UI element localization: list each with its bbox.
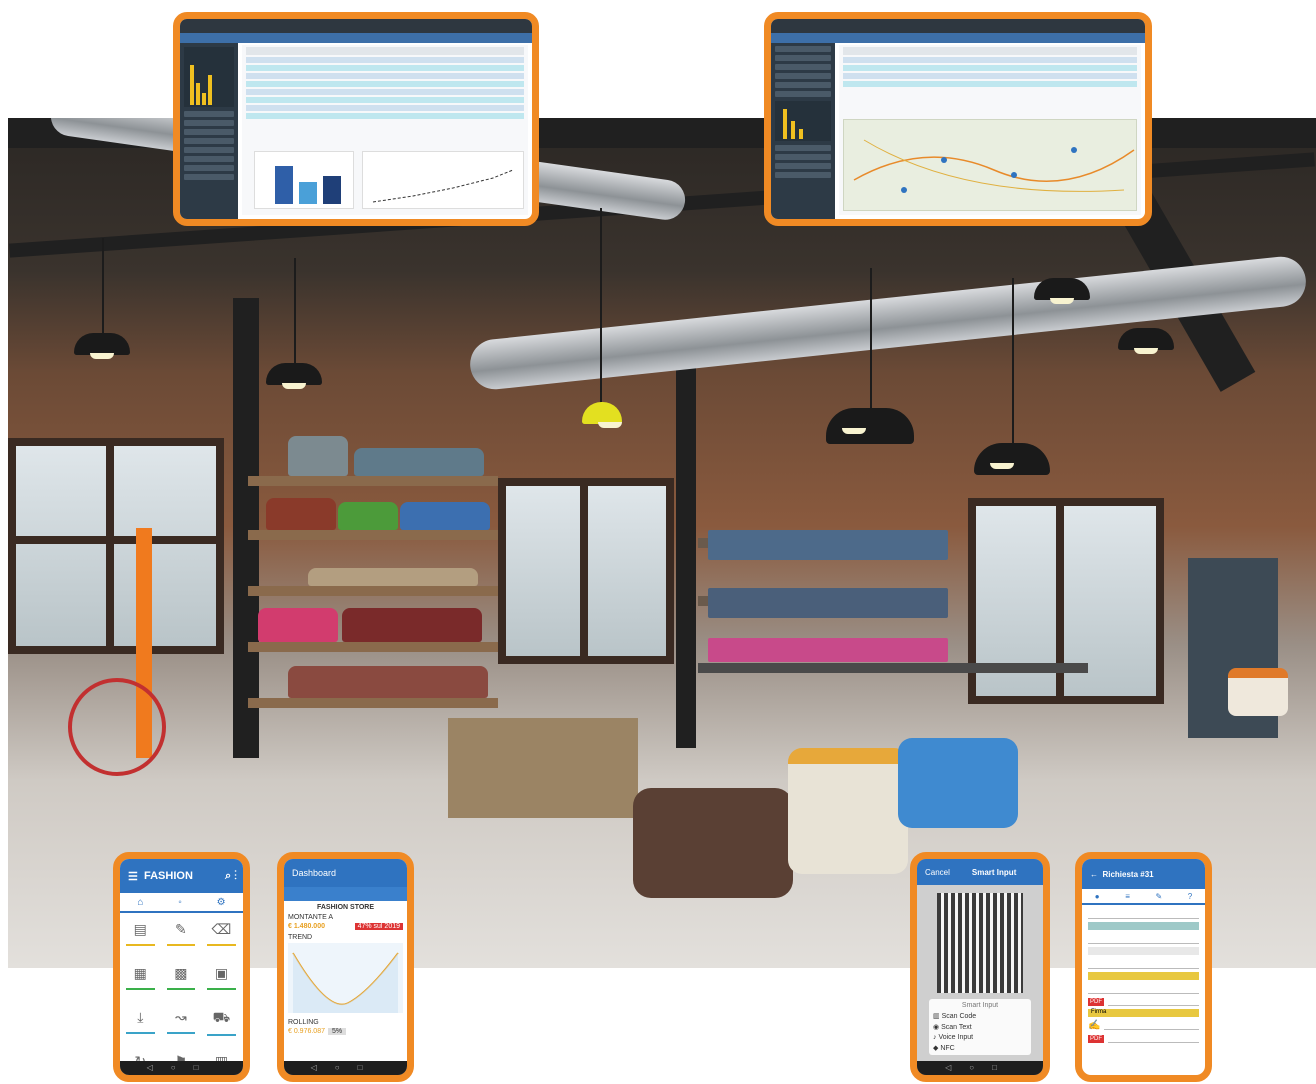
phone-request-app: ← Richiesta #31 ● ≡ ✎? PDF Firma ✍ PDF bbox=[1075, 852, 1212, 1082]
eye-icon: ◉ bbox=[933, 1024, 942, 1031]
desktop-app-map-window bbox=[764, 12, 1152, 226]
window-titlebar bbox=[180, 19, 532, 33]
menu-icon[interactable]: ☰ bbox=[128, 870, 138, 883]
form-label bbox=[1088, 922, 1199, 930]
bar-chart-widget bbox=[254, 151, 354, 209]
app-title: Dashboard bbox=[292, 868, 337, 878]
trend-label: TREND bbox=[288, 934, 313, 941]
window-toolbar[interactable] bbox=[180, 33, 532, 43]
window-toolbar[interactable] bbox=[771, 33, 1145, 43]
store-photo bbox=[8, 118, 1316, 968]
app-bar: ☰ FASHION ⌕ ⋮ bbox=[120, 859, 243, 893]
rolling-pct: 5% bbox=[327, 1028, 347, 1035]
sidebar[interactable] bbox=[180, 43, 238, 219]
app-title: Richiesta #31 bbox=[1102, 869, 1154, 879]
menu-item-scan-text[interactable]: ◉ Scan Text bbox=[933, 1023, 1027, 1031]
smart-input-menu[interactable]: Smart Input ▥ Scan Code ◉ Scan Text ♪ Vo… bbox=[929, 999, 1031, 1055]
signature-field[interactable]: ✍ bbox=[1088, 1020, 1199, 1031]
app-bar: ← Richiesta #31 bbox=[1082, 859, 1205, 889]
menu-item-nfc[interactable]: ◆ NFC bbox=[933, 1044, 1027, 1052]
menu-title: Smart Input bbox=[961, 1002, 999, 1009]
android-nav-bar[interactable]: ◁○□ bbox=[284, 1061, 407, 1075]
app-bar: Dashboard bbox=[284, 859, 407, 887]
app-title: FASHION bbox=[144, 870, 193, 882]
pdf-attachment[interactable]: PDF bbox=[1088, 1034, 1199, 1043]
pdf-attachment[interactable]: PDF bbox=[1088, 997, 1199, 1006]
icon-toolbar[interactable] bbox=[284, 887, 407, 901]
phone-dashboard-app: Dashboard FASHION STORE MONTANTE A € 1.4… bbox=[277, 852, 414, 1082]
cancel-button[interactable]: Cancel bbox=[925, 868, 950, 877]
barcode-icon: ▥ bbox=[933, 1013, 942, 1020]
tile[interactable]: ✎ bbox=[161, 913, 202, 957]
app-bar: Cancel Smart Input bbox=[917, 859, 1043, 885]
pdf-icon: PDF bbox=[1088, 997, 1104, 1006]
home-icon[interactable]: ⌂ bbox=[137, 897, 143, 908]
store-title: FASHION STORE bbox=[316, 904, 375, 911]
search-icon[interactable]: ⌕ ⋮ bbox=[225, 870, 237, 883]
qr-code-image bbox=[937, 893, 1023, 993]
pdf-icon: PDF bbox=[1088, 1034, 1104, 1043]
tile[interactable]: ▦ bbox=[120, 957, 161, 1001]
settings-icon[interactable]: ⚙ bbox=[217, 897, 226, 908]
rolling-label: ROLLING bbox=[288, 1019, 319, 1026]
menu-item-voice-input[interactable]: ♪ Voice Input bbox=[933, 1034, 1027, 1041]
tab-bar[interactable]: ● ≡ ✎? bbox=[1082, 889, 1205, 905]
edit-icon[interactable]: ✎ bbox=[1155, 892, 1162, 901]
tile[interactable]: ▩ bbox=[161, 957, 202, 1001]
form-label bbox=[1088, 972, 1199, 980]
signature-label: Firma bbox=[1088, 1009, 1199, 1017]
help-icon[interactable]: ? bbox=[1188, 892, 1192, 901]
trend-chart bbox=[288, 943, 403, 1013]
form-field[interactable] bbox=[1088, 908, 1199, 919]
form-label bbox=[1088, 947, 1199, 955]
main-area[interactable] bbox=[839, 45, 1141, 215]
tile[interactable]: ▤ bbox=[120, 913, 161, 957]
tile[interactable]: ↝ bbox=[161, 1001, 202, 1045]
form-field[interactable] bbox=[1088, 983, 1199, 994]
sidebar[interactable] bbox=[771, 43, 835, 219]
tile[interactable]: ⤓ bbox=[120, 1001, 161, 1045]
rolling-value: € 0.976.087 bbox=[288, 1028, 325, 1035]
tile[interactable]: ▣ bbox=[201, 957, 242, 1001]
android-nav-bar[interactable]: ◁○□ bbox=[120, 1061, 243, 1075]
menu-item-scan-code[interactable]: ▥ Scan Code bbox=[933, 1012, 1027, 1020]
sidebar-bar-chart bbox=[775, 101, 831, 141]
form-field[interactable] bbox=[1088, 958, 1199, 969]
metric-badge: 47% sul 2019 bbox=[354, 923, 403, 930]
tab-bar[interactable]: ⌂ ◦ ⚙ bbox=[120, 893, 243, 913]
map-view[interactable] bbox=[843, 119, 1137, 211]
phone-smart-input-app: Cancel Smart Input Smart Input ▥ Scan Co… bbox=[910, 852, 1050, 1082]
tile-grid[interactable]: ▤✎⌫ ▦▩▣ ⤓↝⛟ ↻⚑▥ bbox=[120, 913, 243, 1075]
back-arrow-icon[interactable]: ← bbox=[1090, 870, 1098, 879]
metric-value: € 1.480.000 bbox=[288, 923, 325, 930]
info-icon[interactable]: ● bbox=[1095, 892, 1100, 901]
signature-icon: ✍ bbox=[1088, 1020, 1101, 1031]
metric-label: MONTANTE A bbox=[288, 914, 333, 921]
desktop-app-grid-window bbox=[173, 12, 539, 226]
form-field[interactable] bbox=[1088, 933, 1199, 944]
phone-fashion-app: ☰ FASHION ⌕ ⋮ ⌂ ◦ ⚙ ▤✎⌫ ▦▩▣ ⤓↝⛟ ↻⚑▥ ◁○□ bbox=[113, 852, 250, 1082]
main-grid-area[interactable] bbox=[242, 45, 528, 215]
user-icon[interactable]: ◦ bbox=[178, 897, 182, 908]
sidebar-bar-chart bbox=[184, 47, 234, 107]
window-titlebar bbox=[771, 19, 1145, 33]
tile[interactable]: ⌫ bbox=[201, 913, 242, 957]
tile[interactable]: ⛟ bbox=[201, 1001, 242, 1045]
android-nav-bar[interactable]: ◁○□ bbox=[917, 1061, 1043, 1075]
list-icon[interactable]: ≡ bbox=[1125, 892, 1130, 901]
app-title: Smart Input bbox=[971, 867, 1017, 877]
line-chart-widget bbox=[362, 151, 524, 209]
